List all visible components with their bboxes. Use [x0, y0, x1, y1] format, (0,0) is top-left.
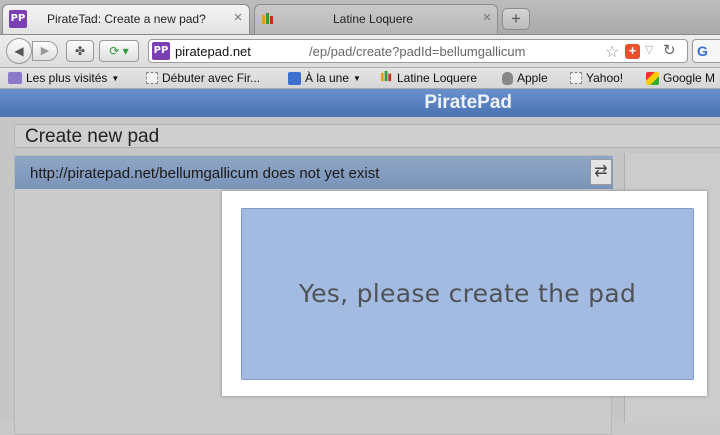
bookmark-label: Les plus visités [26, 71, 108, 85]
rss-icon [288, 71, 301, 85]
back-arrow-icon: ◀ [14, 44, 24, 58]
create-pad-bar: Create new pad [14, 124, 720, 148]
chevron-down-icon: ▼ [111, 73, 120, 83]
bookmark-label: Google M [663, 71, 716, 85]
pad-not-exist-message: http://piratepad.net/bellumgallicum does… [30, 165, 380, 182]
extension-button[interactable]: ✤ [66, 40, 94, 62]
new-tab-button[interactable]: + [502, 8, 530, 30]
bookmark-a-la-une[interactable]: À la une ▼ [288, 70, 361, 86]
page-icon [146, 72, 158, 84]
tab-piratepad[interactable]: PP PirateTad: Create a new pad? × [2, 4, 250, 34]
add-extension-icon[interactable]: + [625, 44, 640, 59]
bookmark-label: Débuter avec Fir... [162, 71, 261, 85]
piratepad-logo[interactable]: PiratePad [424, 92, 512, 114]
page-content: PiratePad Create new pad http://piratepa… [0, 89, 720, 435]
bookmark-label: À la une [305, 71, 350, 85]
url-bar[interactable]: PP piratepad.net /ep/pad/create?padId=be… [148, 39, 688, 63]
bookmark-label: Latine Loquere [397, 71, 478, 85]
wiki-icon [261, 12, 275, 26]
pad-panel-header: http://piratepad.net/bellumgallicum does… [15, 156, 613, 189]
swap-arrows-button[interactable]: ⇄ [590, 159, 612, 185]
page-icon [570, 72, 582, 84]
tab-close-icon[interactable]: × [479, 9, 495, 26]
dropdown-arrow-icon[interactable]: ▽ [645, 43, 653, 56]
search-engine-button[interactable]: G [692, 39, 720, 63]
puzzle-icon: ✤ [74, 44, 86, 58]
tab-title: PirateTad: Create a new pad? [47, 12, 206, 26]
chevron-down-icon: ▼ [353, 73, 361, 83]
reload-icon[interactable]: ↻ [663, 41, 676, 59]
bookmark-most-visited[interactable]: Les plus visités ▼ [8, 70, 119, 86]
site-favicon-icon: PP [152, 42, 170, 60]
bookmark-label: Yahoo! [586, 71, 624, 85]
page-title: Create new pad [25, 126, 160, 147]
bookmark-latine-loquere[interactable]: Latine Loquere [380, 70, 477, 86]
piratepad-favicon-icon: PP [9, 10, 27, 28]
tab-title: Latine Loquere [333, 12, 414, 26]
most-visited-icon [8, 72, 22, 84]
navigation-bar: ◀ ▶ ✤ ⟳ ▾ PP piratepad.net /ep/pad/creat… [0, 35, 720, 68]
create-pad-button[interactable]: Yes, please create the pad [241, 208, 694, 380]
bookmark-google-maps[interactable]: Google M [646, 70, 715, 86]
apple-icon [502, 71, 513, 85]
piratepad-header: PiratePad [0, 89, 720, 117]
create-pad-button-label: Yes, please create the pad [298, 279, 637, 308]
forward-button[interactable]: ▶ [32, 41, 58, 61]
url-path: /ep/pad/create?padId=bellumgallicum [309, 44, 526, 59]
google-maps-icon [646, 71, 659, 85]
bookmark-getting-started[interactable]: Débuter avec Fir... [146, 70, 260, 86]
tab-strip: PP PirateTad: Create a new pad? × Latine… [0, 0, 720, 35]
sync-icon: ⟳ ▾ [109, 44, 129, 58]
bookmarks-toolbar: Les plus visités ▼ Débuter avec Fir... À… [0, 68, 720, 89]
bookmark-star-icon[interactable]: ☆ [605, 42, 619, 62]
bookmark-yahoo[interactable]: Yahoo! [570, 70, 623, 86]
wiki-icon [380, 70, 393, 86]
bookmark-label: Apple [517, 71, 548, 85]
url-domain: piratepad.net [175, 44, 251, 59]
bookmark-apple[interactable]: Apple [502, 70, 548, 86]
swap-arrows-icon: ⇄ [594, 163, 608, 180]
create-pad-dialog: Yes, please create the pad [222, 191, 707, 396]
tab-latine-loquere[interactable]: Latine Loquere × [254, 4, 498, 34]
back-button[interactable]: ◀ [6, 38, 32, 64]
tab-close-icon[interactable]: × [230, 9, 246, 26]
forward-arrow-icon: ▶ [40, 45, 50, 57]
sync-button[interactable]: ⟳ ▾ [99, 40, 139, 62]
